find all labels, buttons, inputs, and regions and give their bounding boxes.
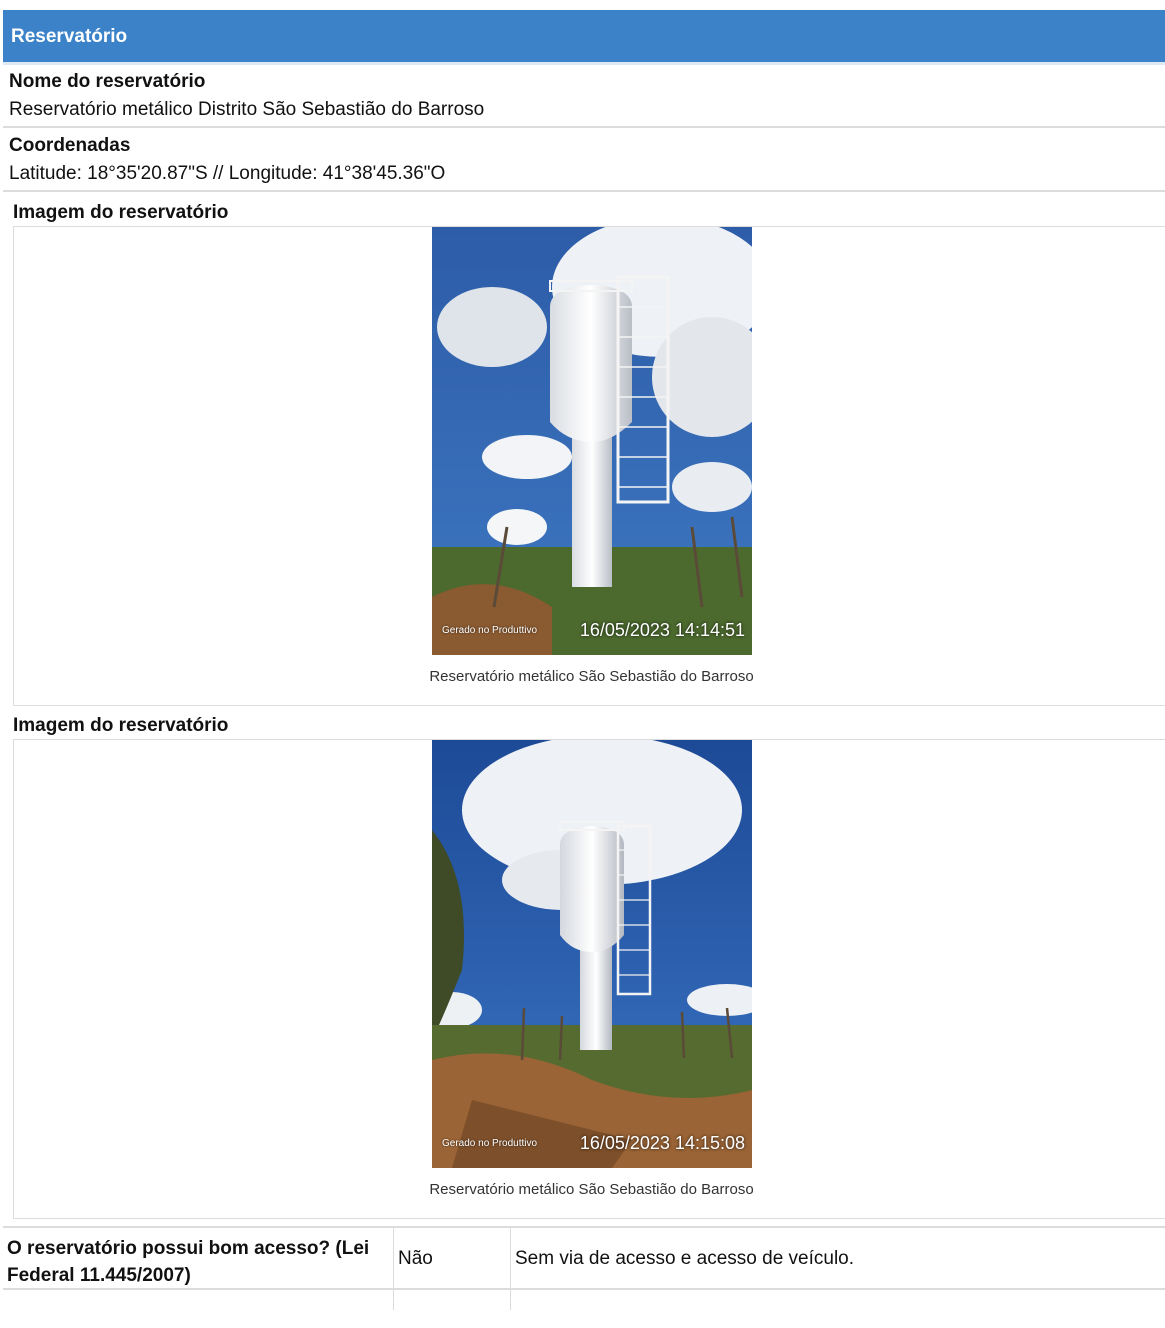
image-label-1: Imagem do reservatório xyxy=(13,202,229,223)
photo-watermark-2: Gerado no Produttivo xyxy=(442,1138,538,1149)
reservoir-name-value: Reservatório metálico Distrito São Sebas… xyxy=(9,99,485,120)
reservoir-photo-2[interactable]: Gerado no Produttivo 16/05/2023 14:15:08 xyxy=(432,740,752,1168)
coordinates-field: Coordenadas Latitude: 18°35'20.87"S // L… xyxy=(3,129,1165,192)
access-question: O reservatório possui bom acesso? (Lei F… xyxy=(7,1238,370,1286)
image-label-2: Imagem do reservatório xyxy=(13,715,229,736)
coordinates-value: Latitude: 18°35'20.87"S // Longitude: 41… xyxy=(9,163,446,184)
photo-timestamp-1: 16/05/2023 14:14:51 xyxy=(579,620,745,640)
access-answer: Não xyxy=(398,1248,433,1269)
reservoir-name-label: Nome do reservatório xyxy=(9,71,206,92)
photo-watermark-1: Gerado no Produttivo xyxy=(442,625,538,636)
access-note-cell: Sem via de acesso e acesso de veículo. xyxy=(512,1228,1165,1288)
photo-timestamp-2: 16/05/2023 14:15:08 xyxy=(579,1133,745,1153)
next-row-cell-1 xyxy=(3,1290,394,1310)
reservoir-name-field: Nome do reservatório Reservatório metáli… xyxy=(3,65,1165,128)
coordinates-label: Coordenadas xyxy=(9,135,131,156)
image-box-2: Gerado no Produttivo 16/05/2023 14:15:08… xyxy=(13,739,1165,1219)
access-answer-cell: Não xyxy=(395,1228,511,1288)
image-caption-1: Reservatório metálico São Sebastião do B… xyxy=(429,668,754,685)
access-note: Sem via de acesso e acesso de veículo. xyxy=(515,1248,855,1269)
image-box-1: Gerado no Produttivo 16/05/2023 14:14:51… xyxy=(13,226,1165,706)
reservoir-photo-1[interactable]: Gerado no Produttivo 16/05/2023 14:14:51 xyxy=(432,227,752,655)
access-row: O reservatório possui bom acesso? (Lei F… xyxy=(3,1226,1165,1288)
image-caption-2: Reservatório metálico São Sebastião do B… xyxy=(429,1181,754,1198)
access-question-cell: O reservatório possui bom acesso? (Lei F… xyxy=(3,1228,394,1288)
section-title: Reservatório xyxy=(11,26,128,47)
section-header: Reservatório xyxy=(3,10,1165,65)
next-row-cell-2 xyxy=(395,1290,511,1310)
